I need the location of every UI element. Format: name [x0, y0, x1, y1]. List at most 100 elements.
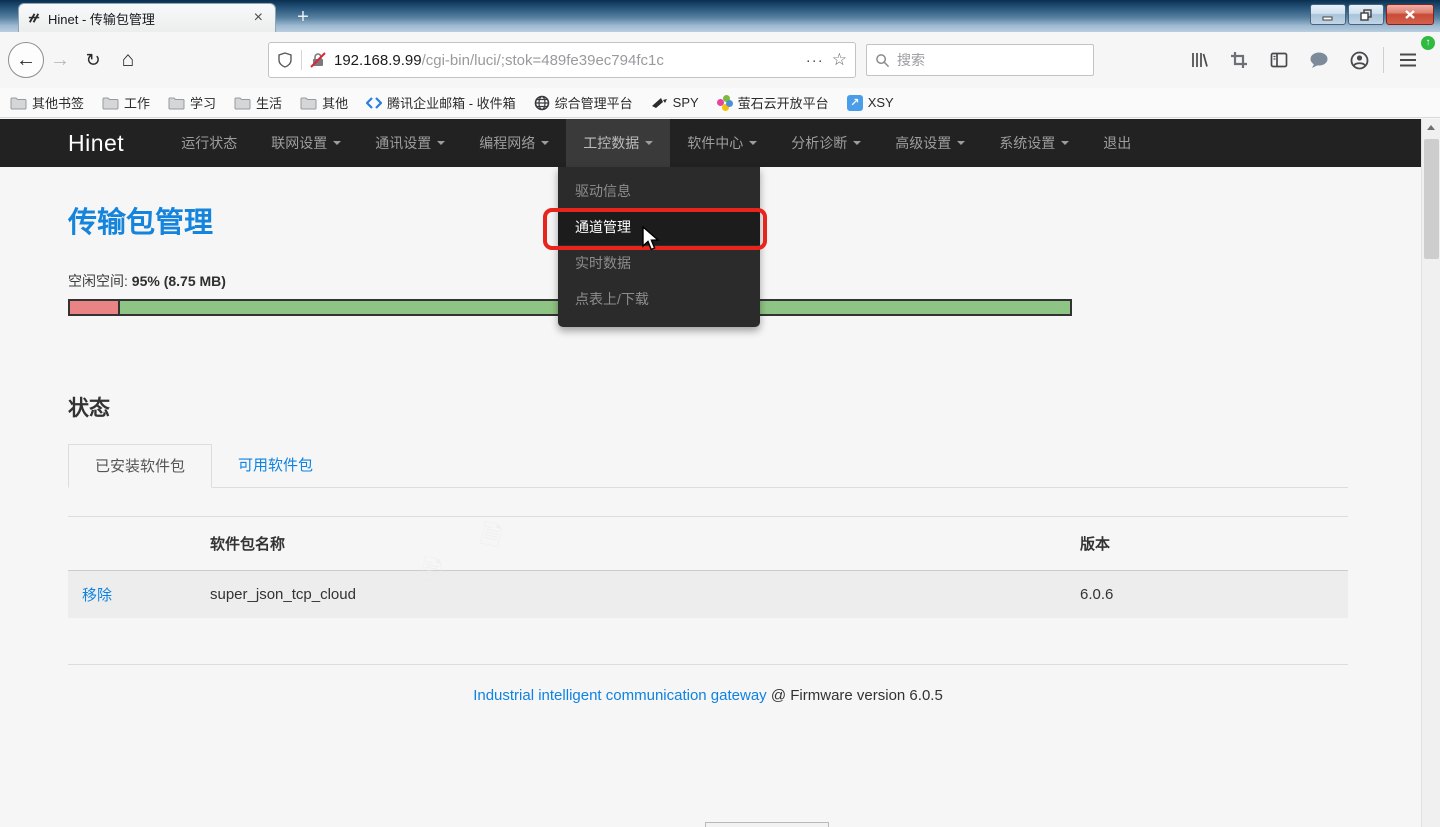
- bookmark-spy[interactable]: SPY: [651, 95, 699, 110]
- back-button[interactable]: ←: [8, 42, 44, 78]
- disk-used-segment: [70, 301, 120, 314]
- pocket-bubble-icon[interactable]: [1299, 42, 1339, 78]
- folder-icon: [300, 96, 317, 110]
- nav-item-system-settings[interactable]: 系统设置: [982, 119, 1086, 167]
- brand-logo[interactable]: Hinet: [68, 119, 124, 167]
- cell-version: 6.0.6: [1080, 586, 1344, 603]
- nav-item-advanced-settings[interactable]: 高级设置: [878, 119, 982, 167]
- window-titlebar: Hinet - 传输包管理 × +: [0, 0, 1440, 32]
- tab-installed-packages[interactable]: 已安装软件包: [68, 444, 212, 488]
- sidebar-icon[interactable]: [1259, 42, 1299, 78]
- shield-icon[interactable]: [277, 52, 293, 68]
- page-actions-icon[interactable]: ···: [806, 52, 824, 69]
- bookmark-folder-misc[interactable]: 其他: [300, 93, 348, 112]
- tab-available-packages[interactable]: 可用软件包: [212, 444, 339, 487]
- chevron-down-icon: [437, 141, 445, 145]
- nav-item-industrial-data[interactable]: 工控数据: [566, 119, 670, 167]
- bookmark-mgmt-platform[interactable]: 综合管理平台: [534, 93, 633, 112]
- nav-item-software-center[interactable]: 软件中心: [670, 119, 774, 167]
- nav-item-running-status[interactable]: 运行状态: [164, 119, 254, 167]
- table-header-row: 软件包名称 版本: [68, 517, 1348, 571]
- bookmark-folder-work[interactable]: 工作: [102, 93, 150, 112]
- search-bar[interactable]: 搜索: [866, 44, 1094, 76]
- arrow-square-icon: ↗: [847, 95, 863, 111]
- close-button[interactable]: [1386, 4, 1434, 25]
- nav-item-analysis-diagnosis[interactable]: 分析诊断: [774, 119, 878, 167]
- forward-button: →: [44, 49, 76, 72]
- bookmark-tencent-mail[interactable]: 腾讯企业邮箱 - 收件箱: [366, 93, 516, 112]
- four-dots-icon: [717, 95, 733, 111]
- page-scrollbar[interactable]: [1421, 119, 1440, 827]
- nav-item-network-settings[interactable]: 联网设置: [254, 119, 358, 167]
- tab-title: Hinet - 传输包管理: [48, 9, 250, 28]
- statusbar-partial: [705, 822, 829, 827]
- search-icon: [875, 53, 890, 68]
- search-placeholder: 搜索: [897, 50, 925, 70]
- scroll-up-arrow-icon[interactable]: [1422, 119, 1440, 136]
- nav-item-comm-settings[interactable]: 通讯设置: [358, 119, 462, 167]
- chevron-down-icon: [1061, 141, 1069, 145]
- status-heading: 状态: [68, 392, 1348, 422]
- url-host: 192.168.9.99: [334, 52, 422, 69]
- browser-tab[interactable]: Hinet - 传输包管理 ×: [18, 3, 276, 32]
- screenshot-crop-icon[interactable]: [1219, 42, 1259, 78]
- reload-button[interactable]: ↻: [76, 50, 110, 71]
- hinet-favicon-icon: [27, 11, 42, 26]
- new-tab-button[interactable]: +: [288, 6, 318, 30]
- folder-icon: [234, 96, 251, 110]
- dropdown-item-realtime-data[interactable]: 实时数据: [558, 245, 760, 281]
- bookmark-folder-other-bookmarks[interactable]: 其他书签: [10, 93, 84, 112]
- chevron-down-icon: [853, 141, 861, 145]
- nav-item-logout[interactable]: 退出: [1086, 119, 1148, 167]
- account-icon[interactable]: [1339, 42, 1379, 78]
- footer-link[interactable]: Industrial intelligent communication gat…: [473, 687, 767, 704]
- dropdown-item-channel-management[interactable]: 通道管理: [558, 209, 760, 245]
- footer-divider: [68, 664, 1348, 665]
- tab-close-icon[interactable]: ×: [250, 9, 267, 27]
- insecure-lock-icon[interactable]: [310, 52, 326, 68]
- nav-item-programming-network[interactable]: 编程网络: [462, 119, 566, 167]
- package-table: 软件包名称 版本 移除 super_json_tcp_cloud 6.0.6: [68, 516, 1348, 618]
- home-button[interactable]: ⌂: [110, 48, 146, 72]
- url-path: /cgi-bin/luci/;stok=489fe39ec794fc1c: [422, 52, 798, 69]
- col-header-version: 版本: [1080, 533, 1344, 554]
- urlbar-divider: [301, 50, 302, 70]
- chevron-down-icon: [749, 141, 757, 145]
- toolbar-separator: [1383, 47, 1384, 73]
- library-icon[interactable]: [1179, 42, 1219, 78]
- chevron-down-icon: [541, 141, 549, 145]
- minimize-button[interactable]: [1310, 4, 1346, 25]
- footer-text: @ Firmware version 6.0.5: [767, 687, 943, 704]
- col-header-package-name: 软件包名称: [210, 533, 1080, 554]
- folder-icon: [10, 96, 27, 110]
- menu-hamburger-icon[interactable]: ↑: [1388, 42, 1428, 78]
- url-bar[interactable]: 192.168.9.99 /cgi-bin/luci/;stok=489fe39…: [268, 42, 856, 78]
- remove-link[interactable]: 移除: [82, 587, 112, 604]
- cell-package-name: super_json_tcp_cloud: [210, 586, 1080, 603]
- update-badge: ↑: [1421, 36, 1435, 50]
- chevron-down-icon: [333, 141, 341, 145]
- bookmark-ezviz[interactable]: 萤石云开放平台: [717, 93, 829, 112]
- bookmark-xsy[interactable]: ↗ XSY: [847, 95, 894, 111]
- site-navbar: Hinet 运行状态 联网设置 通讯设置 编程网络 工控数据 软件中心 分析诊断…: [0, 119, 1421, 167]
- folder-icon: [102, 96, 119, 110]
- restore-button[interactable]: [1348, 4, 1384, 25]
- scrollbar-thumb[interactable]: [1424, 139, 1439, 259]
- chevron-down-icon: [645, 141, 653, 145]
- folder-icon: [168, 96, 185, 110]
- footer: Industrial intelligent communication gat…: [68, 687, 1348, 704]
- free-space-value: 95% (8.75 MB): [132, 273, 226, 289]
- dart-icon: [651, 96, 668, 110]
- table-row: 移除 super_json_tcp_cloud 6.0.6: [68, 571, 1348, 618]
- browser-toolbar: ← → ↻ ⌂ 192.168.9.99 /cgi-bin/luci/;stok…: [0, 32, 1440, 88]
- tencent-mail-icon: [366, 96, 382, 110]
- dropdown-item-point-table-updown[interactable]: 点表上/下载: [558, 281, 760, 317]
- chevron-down-icon: [957, 141, 965, 145]
- bookmark-folder-life[interactable]: 生活: [234, 93, 282, 112]
- globe-icon: [534, 95, 550, 111]
- bookmark-star-icon[interactable]: ☆: [832, 50, 847, 70]
- bookmarks-bar: 其他书签 工作 学习 生活 其他 腾讯企业邮箱 - 收件箱 综合管理平台 SPY…: [0, 88, 1440, 118]
- package-tabs: 已安装软件包 可用软件包: [68, 444, 1348, 488]
- dropdown-item-driver-info[interactable]: 驱动信息: [558, 173, 760, 209]
- bookmark-folder-study[interactable]: 学习: [168, 93, 216, 112]
